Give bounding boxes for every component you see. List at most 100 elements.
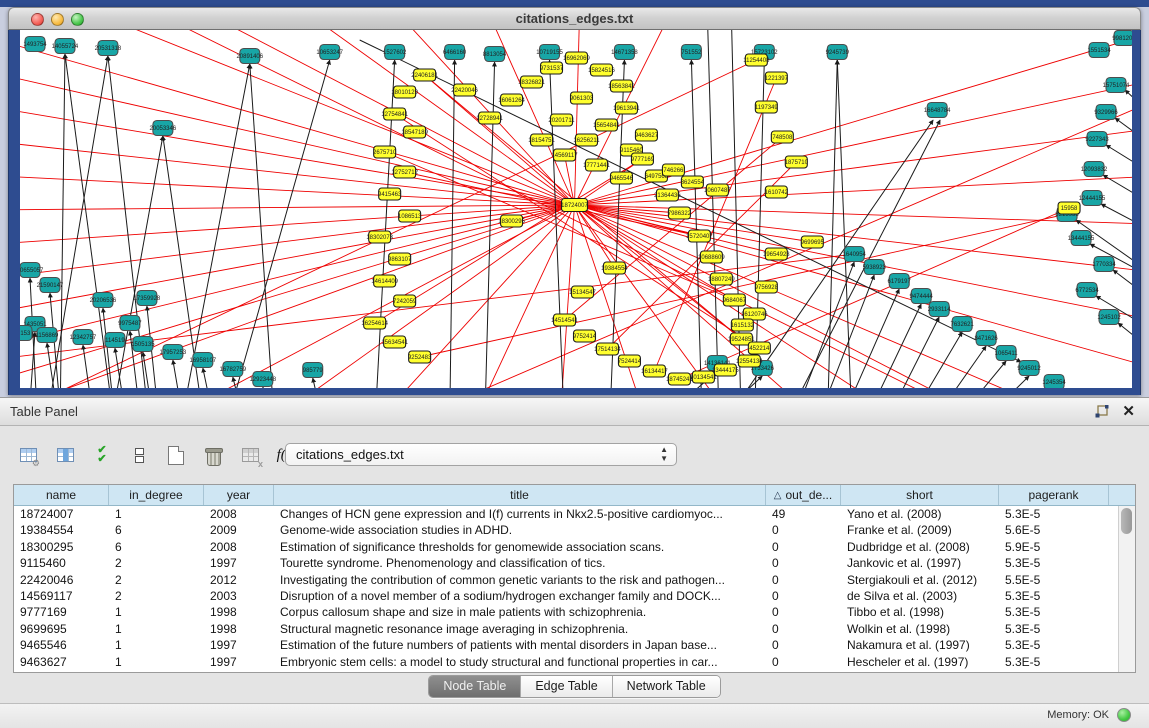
column-header-short[interactable]: short: [841, 485, 999, 505]
graph-node-label: 1221397: [765, 76, 789, 82]
column-header-out-de-[interactable]: △out_de...: [766, 485, 841, 505]
graph-node-label: 14055724: [52, 44, 79, 50]
graph-node-label: 18563842: [608, 84, 635, 90]
column-header-pagerank[interactable]: pagerank: [999, 485, 1109, 505]
network-canvas[interactable]: 1872400714937541405572420531318208914061…: [20, 30, 1132, 388]
graph-node-label: 16061264: [498, 98, 525, 104]
tab-node-table[interactable]: Node Table: [429, 676, 521, 697]
graph-node-label: 9245012: [1017, 366, 1041, 372]
graph-node-label: 12923448: [249, 377, 276, 383]
table-panel-title: Table Panel: [10, 404, 78, 419]
cell-pagerank: 5.5E-5: [999, 572, 1109, 588]
cell-year: 1997: [204, 654, 274, 670]
cell-out-de-: 0: [766, 572, 841, 588]
graph-node-label: 22406181: [411, 73, 438, 79]
cell-name: 18724007: [14, 506, 109, 522]
graph-node-label: 1875710: [785, 160, 809, 166]
cell-title: Investigating the contribution of common…: [274, 572, 766, 588]
graph-node-label: 20655057: [20, 268, 44, 274]
column-header-in-degree[interactable]: in_degree: [109, 485, 204, 505]
graph-node-label: 18547189: [401, 130, 428, 136]
graph-edge: [814, 275, 874, 388]
cell-year: 2008: [204, 506, 274, 522]
table-select-dropdown[interactable]: citations_edges.txt ▲▼: [285, 443, 677, 466]
select-rows-check-button[interactable]: ✔✔: [88, 441, 116, 469]
row-height-button[interactable]: [125, 441, 153, 469]
column-label: out_de...: [785, 488, 832, 502]
graph-node-label: 13444175: [712, 368, 739, 374]
graph-node-label: 18807249: [708, 277, 735, 283]
graph-node-label: 18724007: [561, 203, 588, 209]
table-rows: 1872400712008Changes of HCN gene express…: [14, 506, 1119, 672]
graph-node-label: 9731537: [540, 66, 564, 72]
cell-short: Nakamura et al. (1997): [841, 637, 999, 653]
table-row[interactable]: 1872400712008Changes of HCN gene express…: [14, 506, 1119, 522]
graph-node-label: 1065411: [995, 351, 1019, 357]
cell-title: Structural magnetic resonance image aver…: [274, 621, 766, 637]
select-columns-button[interactable]: [51, 441, 79, 469]
cell-name: 18300295: [14, 539, 109, 555]
memory-status-icon[interactable]: [1117, 708, 1131, 722]
table-row[interactable]: 946362711997Embryonic stem cells: a mode…: [14, 654, 1119, 670]
table-tabbar: Node TableEdge TableNetwork Table: [0, 675, 1149, 701]
graph-node-label: 14569117: [551, 153, 578, 159]
table-row[interactable]: 1938455462009Genome-wide association stu…: [14, 522, 1119, 538]
vertical-scrollbar[interactable]: [1118, 506, 1135, 672]
float-panel-icon[interactable]: [1095, 405, 1109, 418]
column-header-year[interactable]: year: [204, 485, 274, 505]
table-row[interactable]: 911546021997Tourette syndrome. Phenomeno…: [14, 555, 1119, 571]
graph-node-label: 12754841: [381, 112, 408, 118]
graph-node-label: 21590147: [37, 283, 64, 289]
delete-table-button[interactable]: [199, 441, 227, 469]
graph-node-label: 6179197: [888, 279, 912, 285]
tab-network-table[interactable]: Network Table: [613, 676, 720, 697]
status-bar: Memory: OK: [0, 703, 1149, 728]
scrollbar-thumb[interactable]: [1121, 508, 1132, 534]
graph-edge: [1106, 145, 1132, 190]
cell-year: 2003: [204, 588, 274, 604]
graph-node-label: 6772534: [1075, 288, 1099, 294]
graph-node-label: 18302073: [366, 235, 393, 241]
graph-edge: [20, 205, 575, 280]
table-row[interactable]: 977716911998Corpus callosum shape and si…: [14, 604, 1119, 620]
cell-in-degree: 2: [109, 588, 204, 604]
graph-node-label: 2933114: [928, 307, 952, 313]
graph-node-label: 9752414: [573, 334, 597, 340]
cell-out-de-: 0: [766, 654, 841, 670]
network-graph[interactable]: 1872400714937541405572420531318208914061…: [20, 30, 1132, 388]
close-panel-icon[interactable]: ✕: [1122, 402, 1135, 420]
table-row[interactable]: 1830029562008Estimation of significance …: [14, 539, 1119, 555]
graph-node-label: 452214: [749, 346, 770, 352]
graph-node-label: 21364436: [654, 193, 681, 199]
graph-edge: [904, 332, 962, 388]
table-panel-header: Table Panel ✕: [0, 398, 1149, 426]
new-table-button[interactable]: [162, 441, 190, 469]
graph-node-label: 16254614: [361, 321, 388, 327]
table-row[interactable]: 969969511998Structural magnetic resonanc…: [14, 621, 1119, 637]
table-row[interactable]: 2242004622012Investigating the contribut…: [14, 572, 1119, 588]
graph-node-label: 5938923: [863, 265, 887, 271]
graph-edge: [173, 360, 185, 388]
cell-out-de-: 0: [766, 604, 841, 620]
graph-node-label: 15654841: [593, 123, 620, 129]
cell-title: Corpus callosum shape and size in male p…: [274, 604, 766, 620]
tab-edge-table[interactable]: Edge Table: [521, 676, 612, 697]
column-header-name[interactable]: name: [14, 485, 109, 505]
graph-edge: [180, 64, 250, 388]
graph-node-label: 9227343: [1085, 137, 1109, 143]
table-options-button[interactable]: ⚙: [14, 441, 42, 469]
graph-node-label: 9684067: [723, 298, 747, 304]
graph-edge: [20, 205, 575, 210]
table-row[interactable]: 1456911722003Disruption of a novel membe…: [14, 588, 1119, 604]
table-row[interactable]: 946554611997Estimation of the future num…: [14, 637, 1119, 653]
graph-node-label: 12093832: [1081, 167, 1108, 173]
graph-node-label: 16256211: [573, 138, 600, 144]
cell-in-degree: 6: [109, 539, 204, 555]
cell-pagerank: 5.3E-5: [999, 506, 1109, 522]
graph-node-label: 9061303: [570, 96, 594, 102]
column-label: year: [227, 488, 250, 502]
column-header-title[interactable]: title: [274, 485, 766, 505]
graph-node-label: 20531318: [95, 46, 122, 52]
cell-short: Tibbo et al. (1998): [841, 604, 999, 620]
window-titlebar[interactable]: citations_edges.txt: [8, 7, 1141, 30]
